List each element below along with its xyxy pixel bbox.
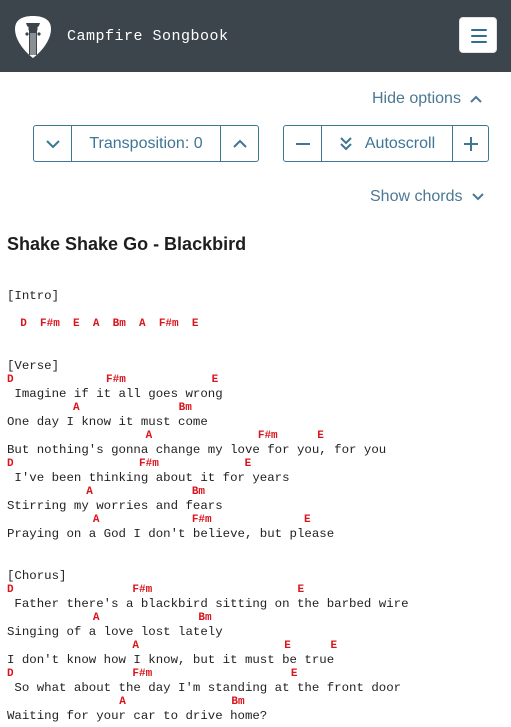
chord-line: D F#m E — [7, 668, 298, 680]
double-chevron-down-icon — [340, 136, 352, 150]
lyric-line: Waiting for your car to drive home? — [7, 709, 268, 723]
chord-line: A Bm — [7, 402, 192, 414]
chord-line: D F#m E — [7, 584, 305, 596]
chord-line: A E E — [7, 640, 338, 652]
chord-line: A F#m E — [7, 514, 311, 526]
autoscroll-slower-button[interactable] — [284, 126, 321, 161]
lyric-line: Imagine if it all goes wrong — [7, 387, 223, 401]
lyric-line: Stirring my worries and fears — [7, 499, 223, 513]
chord-line: A Bm — [7, 486, 206, 498]
chord-line: D F#m E — [7, 374, 219, 386]
lyric-line — [7, 555, 507, 569]
lyric-line: I don't know how I know, but it must be … — [7, 653, 335, 667]
lyric-line: I've been thinking about it for years — [7, 471, 290, 485]
chevron-up-icon — [232, 139, 247, 148]
transposition-control: Transposition: 0 — [33, 125, 259, 162]
lyric-line — [7, 331, 507, 345]
lyric-line: But nothing's gonna change my love for y… — [7, 443, 387, 457]
chord-line: D F#m E A Bm A F#m E — [7, 318, 199, 330]
transpose-down-button[interactable] — [34, 126, 71, 161]
lyric-line: So what about the day I'm standing at th… — [7, 681, 402, 695]
lyric-line — [7, 303, 507, 317]
lyric-line: One day I know it must come — [7, 415, 208, 429]
transpose-up-button[interactable] — [220, 126, 258, 161]
song-sheet: [Intro] D F#m E A Bm A F#m E [Verse] D F#m… — [7, 289, 507, 723]
chevron-down-icon — [471, 193, 484, 201]
menu-button[interactable] — [459, 17, 497, 53]
chord-line: A Bm — [7, 612, 212, 624]
lyric-line: Father there's a blackbird sitting on th… — [7, 597, 409, 611]
show-chords-label: Show chords — [370, 188, 463, 205]
hide-options-toggle[interactable]: Hide options — [372, 90, 483, 108]
lyric-line — [7, 541, 507, 555]
chord-line: D F#m E — [7, 458, 252, 470]
guitar-pick-logo-icon[interactable] — [14, 15, 52, 59]
transposition-value: Transposition: 0 — [71, 126, 220, 161]
chevron-up-icon — [470, 95, 482, 103]
chord-line: A Bm — [7, 696, 245, 708]
show-chords-toggle[interactable]: Show chords — [370, 188, 485, 206]
song-title: Shake Shake Go - Blackbird — [7, 234, 247, 254]
autoscroll-faster-button[interactable] — [452, 126, 488, 161]
top-bar: Campfire Songbook — [0, 0, 511, 72]
lyric-line — [7, 345, 507, 359]
section-label: [Chorus] — [7, 569, 67, 583]
section-label: [Verse] — [7, 359, 60, 373]
plus-icon — [463, 136, 478, 151]
app-title[interactable]: Campfire Songbook — [67, 28, 229, 45]
minus-icon — [295, 142, 310, 145]
section-label: [Intro] — [7, 289, 60, 303]
autoscroll-control: Autoscroll — [283, 125, 489, 162]
chord-line: A F#m E — [7, 430, 324, 442]
autoscroll-toggle-button[interactable]: Autoscroll — [321, 126, 452, 161]
hide-options-label: Hide options — [372, 90, 461, 107]
lyric-line: Praying on a God I don't believe, but pl… — [7, 527, 335, 541]
autoscroll-label: Autoscroll — [364, 134, 436, 152]
lyric-line: Singing of a love lost lately — [7, 625, 223, 639]
chevron-down-icon — [45, 139, 60, 148]
